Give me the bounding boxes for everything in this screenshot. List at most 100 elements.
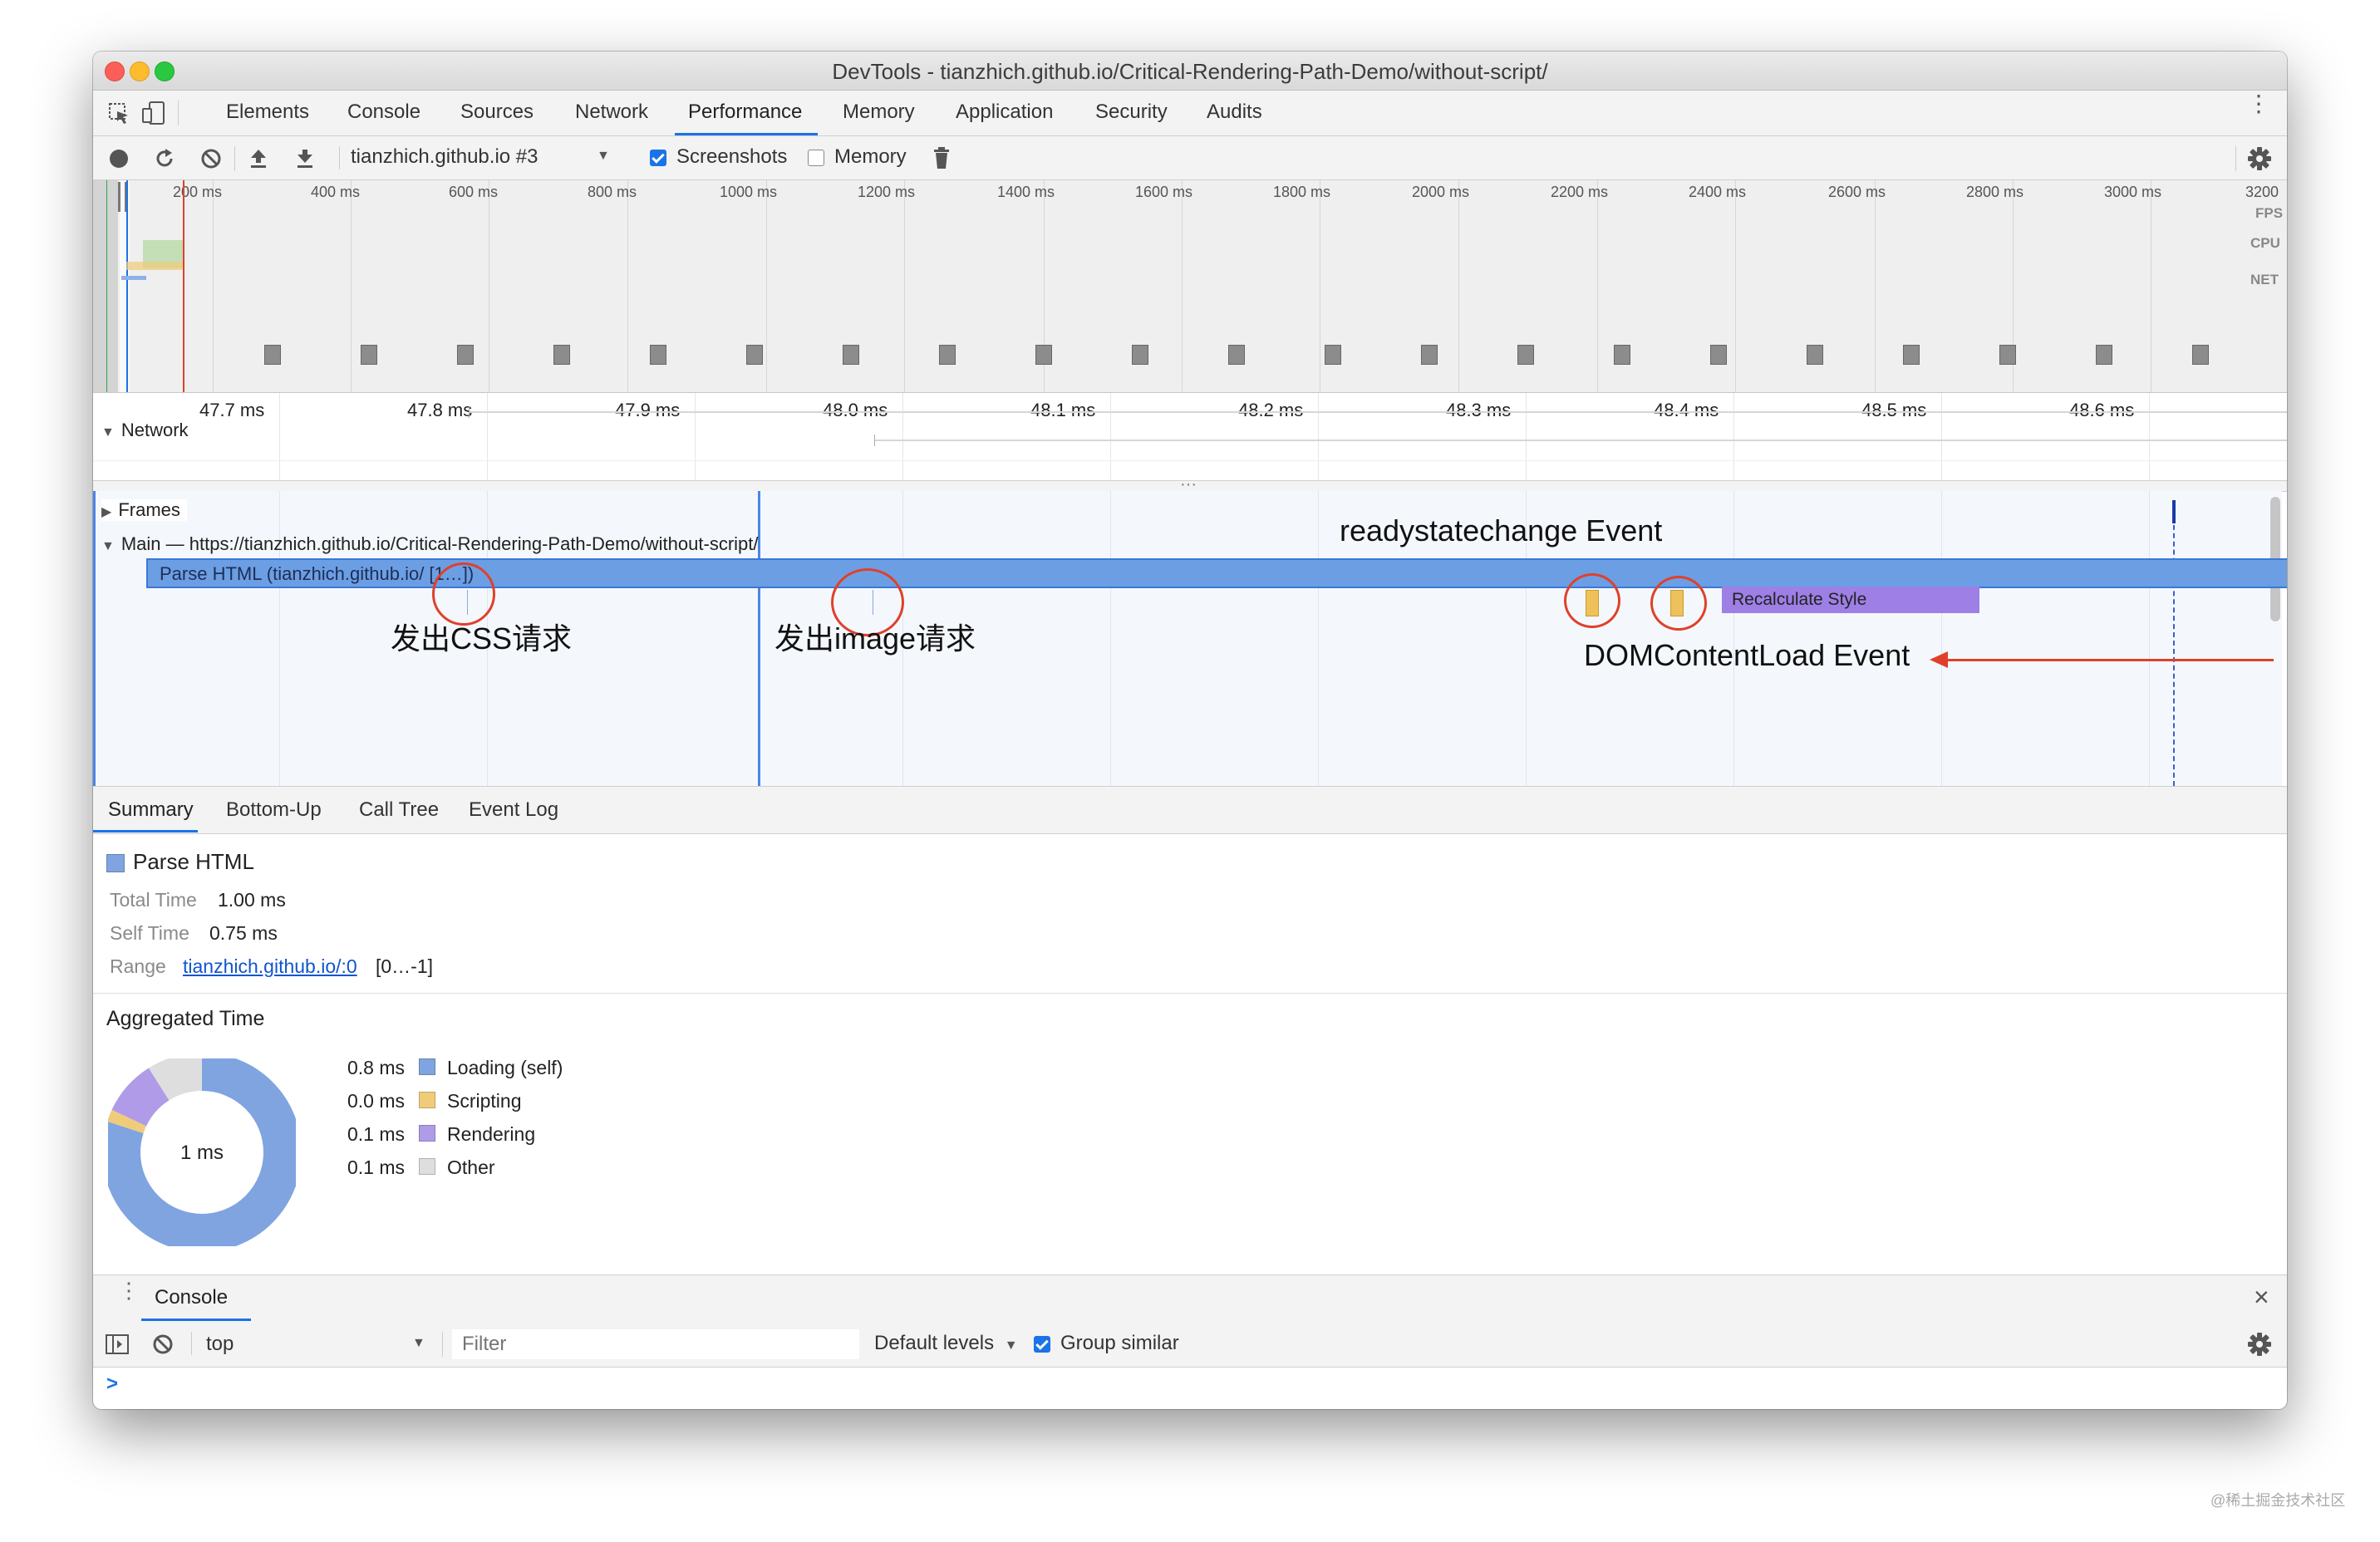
screenshot-thumbnail[interactable]: [843, 345, 859, 365]
range-label: Range: [110, 955, 166, 977]
range-extra: [0…-1]: [376, 955, 434, 977]
inspect-element-icon[interactable]: [108, 102, 131, 125]
tab-sources[interactable]: Sources: [460, 101, 534, 124]
screenshot-thumbnail[interactable]: [361, 345, 377, 365]
clear-icon[interactable]: [199, 147, 223, 170]
group-similar-label: Group similar: [1060, 1332, 1179, 1354]
network-track-header[interactable]: ▼ Network: [101, 420, 189, 441]
donut-center-label: 1 ms: [180, 1142, 224, 1164]
screenshot-thumbnail[interactable]: [1517, 345, 1534, 365]
main-track-label: Main — https://tianzhich.github.io/Criti…: [120, 533, 759, 554]
close-drawer-icon[interactable]: ×: [2254, 1282, 2269, 1313]
screenshot-thumbnail[interactable]: [2096, 345, 2112, 365]
console-input[interactable]: [126, 1369, 2270, 1399]
sidebar-toggle-icon[interactable]: [105, 1333, 130, 1355]
more-options-icon[interactable]: ⋮: [2247, 92, 2270, 115]
chevron-down-icon: ▼: [412, 1336, 425, 1350]
screenshot-thumbnail[interactable]: [746, 345, 763, 365]
overview-tick: 1600 ms: [1135, 184, 1193, 200]
arrow-left-icon: [1930, 651, 1948, 668]
screenshots-label: Screenshots: [676, 145, 788, 168]
context-select[interactable]: top ▼: [191, 1330, 425, 1358]
screenshot-thumbnail[interactable]: [650, 345, 666, 365]
recalculate-style-event[interactable]: Recalculate Style: [1722, 587, 1979, 613]
memory-checkbox[interactable]: [808, 150, 824, 166]
screenshot-thumbnail[interactable]: [1325, 345, 1341, 365]
screenshot-thumbnail[interactable]: [2192, 345, 2209, 365]
screenshot-thumbnail[interactable]: [939, 345, 956, 365]
screenshot-thumbnail[interactable]: [1807, 345, 1823, 365]
network-request-bar[interactable]: [874, 440, 2287, 441]
tab-summary[interactable]: Summary: [108, 798, 194, 822]
screenshot-thumbnail[interactable]: [1614, 345, 1630, 365]
summary-title: Parse HTML: [133, 849, 254, 874]
legend-label: Scripting: [447, 1090, 522, 1112]
tab-console[interactable]: Console: [347, 101, 420, 124]
screenshot-thumbnail[interactable]: [1228, 345, 1245, 365]
tab-network[interactable]: Network: [575, 101, 648, 124]
overview-tick: 3000 ms: [2104, 184, 2162, 200]
console-filter-input[interactable]: [452, 1329, 859, 1359]
legend-label: Other: [447, 1156, 495, 1178]
ruler-tick: 47.9 ms: [615, 400, 681, 420]
dcl-marker[interactable]: [2172, 500, 2176, 523]
overview-tick: 400 ms: [311, 184, 361, 200]
timeline-overview[interactable]: 200 ms 400 ms 600 ms 800 ms 1000 ms 1200…: [93, 180, 2287, 393]
frames-track-header[interactable]: ▶ Frames: [101, 499, 187, 521]
tab-security[interactable]: Security: [1095, 101, 1168, 124]
tab-event-log[interactable]: Event Log: [469, 798, 558, 822]
range-link[interactable]: tianzhich.github.io/:0: [183, 955, 357, 978]
screenshot-thumbnail[interactable]: [1999, 345, 2016, 365]
ruler-tick: 48.1 ms: [1030, 400, 1096, 420]
tab-performance[interactable]: Performance: [688, 101, 802, 124]
legend-swatch-loading: [419, 1058, 435, 1075]
title-bar: DevTools - tianzhich.github.io/Critical-…: [93, 52, 2287, 91]
overview-tick: 1200 ms: [858, 184, 916, 200]
tab-console-drawer[interactable]: Console: [155, 1286, 228, 1309]
group-similar-checkbox[interactable]: [1034, 1336, 1050, 1353]
clear-console-icon[interactable]: [151, 1333, 175, 1356]
chevron-down-icon: ▼: [1004, 1338, 1018, 1353]
screenshot-thumbnail[interactable]: [457, 345, 474, 365]
drawer-menu-icon[interactable]: ⋮: [118, 1279, 140, 1301]
css-request-annotation: 发出CSS请求: [391, 621, 573, 656]
reload-icon[interactable]: [153, 147, 176, 170]
tab-application[interactable]: Application: [956, 101, 1053, 124]
tab-elements[interactable]: Elements: [226, 101, 309, 124]
console-settings-gear-icon[interactable]: [2247, 1332, 2272, 1357]
screenshot-thumbnail[interactable]: [264, 345, 281, 365]
trash-icon[interactable]: [932, 146, 951, 169]
network-request-bar[interactable]: [469, 411, 2287, 413]
overview-left-handle[interactable]: [118, 182, 120, 212]
save-profile-icon[interactable]: [294, 146, 316, 169]
overview-tick: 2000 ms: [1412, 184, 1470, 200]
fps-label: FPS: [2255, 205, 2284, 221]
legend-label: Loading (self): [447, 1057, 563, 1078]
tab-bottom-up[interactable]: Bottom-Up: [226, 798, 322, 822]
console-prompt-icon: >: [106, 1373, 119, 1395]
screenshot-thumbnail[interactable]: [553, 345, 570, 365]
tab-audits[interactable]: Audits: [1207, 101, 1262, 124]
screenshots-checkbox[interactable]: [650, 150, 666, 166]
legend-swatch-other: [419, 1158, 435, 1175]
window-title: DevTools - tianzhich.github.io/Critical-…: [832, 59, 1548, 84]
device-toolbar-icon[interactable]: [141, 101, 166, 125]
screenshot-thumbnail[interactable]: [1903, 345, 1920, 365]
legend-value: 0.1 ms: [347, 1156, 406, 1178]
settings-gear-icon[interactable]: [2247, 146, 2272, 171]
tab-call-tree[interactable]: Call Tree: [359, 798, 439, 822]
screenshot-thumbnail[interactable]: [1035, 345, 1052, 365]
screenshot-thumbnail[interactable]: [1710, 345, 1727, 365]
overview-tick: 3200: [2245, 184, 2279, 200]
log-levels-select[interactable]: Default levels ▼: [874, 1332, 1018, 1355]
domcontentload-highlight: [1650, 576, 1707, 631]
overview-tick: 200 ms: [173, 184, 223, 200]
tab-memory[interactable]: Memory: [843, 101, 915, 124]
ruler-tick: 48.3 ms: [1446, 400, 1512, 420]
screenshot-thumbnail[interactable]: [1132, 345, 1148, 365]
record-icon[interactable]: [110, 150, 128, 168]
main-track-header[interactable]: ▼ Main — https://tianzhich.github.io/Crit…: [101, 533, 759, 555]
screenshot-thumbnail[interactable]: [1421, 345, 1438, 365]
profile-select[interactable]: tianzhich.github.io #3 ▼: [339, 145, 612, 171]
load-profile-icon[interactable]: [248, 146, 269, 169]
